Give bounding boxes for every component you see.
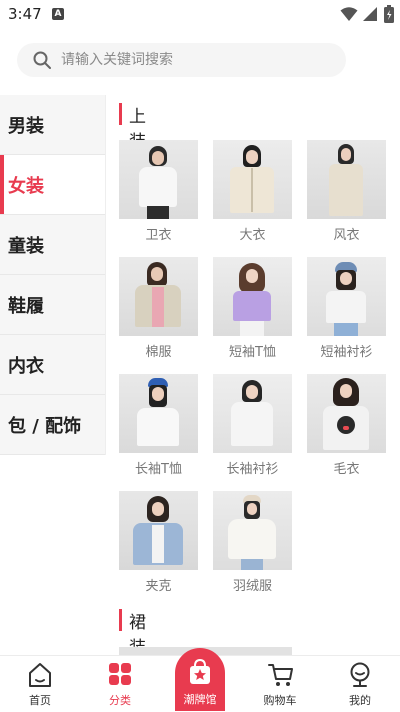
product-photo [119,491,198,570]
subcategory-tile[interactable]: 长袖T恤 [119,374,199,477]
subcategory-label: 长袖T恤 [135,462,182,477]
status-time: 3:47 [8,5,42,23]
nav-label: 首页 [29,694,51,707]
category-item-shoes[interactable]: 鞋履 [0,275,105,335]
subcategory-label: 夹克 [145,579,172,594]
subcategory-label: 羽绒服 [232,579,272,594]
battery-icon [384,5,394,23]
nav-item-home[interactable]: 首页 [0,656,80,712]
notification-badge: A [52,8,64,20]
product-photo [119,257,198,336]
subcategory-tile[interactable]: 短袖T恤 [213,257,293,360]
category-item-womenswear[interactable]: 女装 [0,155,105,215]
cart-icon [268,664,293,686]
product-photo [307,257,386,336]
nav-label: 我的 [349,694,371,707]
nav-item-cart[interactable]: 购物车 [240,656,320,712]
subcategory-label: 卫衣 [145,228,172,243]
subcategory-tile[interactable]: 大衣 [213,140,293,243]
product-photo [213,374,292,453]
subcategory-label: 短袖衬衫 [320,345,373,360]
subcategory-label: 毛衣 [333,462,360,477]
search-icon [33,51,51,69]
section-title-bar [119,103,122,125]
nav-item-profile[interactable]: 我的 [320,656,400,712]
nav-label: 分类 [109,694,131,707]
status-bar: 3:47 A [0,0,400,28]
subcategory-panel: 上装 卫衣 大衣 风衣 [105,95,400,655]
category-label: 童装 [8,236,44,257]
search-bar[interactable] [17,43,346,77]
category-label: 鞋履 [8,296,44,317]
user-icon [350,662,370,687]
category-label: 女装 [8,176,44,197]
subcategory-tile[interactable]: 短袖衬衫 [307,257,387,360]
subcategory-tile[interactable]: 卫衣 [119,140,199,243]
subcategory-tile[interactable]: 夹克 [119,491,199,594]
category-item-underwear[interactable]: 内衣 [0,335,105,395]
product-photo [213,491,292,570]
nav-label: 购物车 [263,694,297,707]
product-photo [307,374,386,453]
nav-item-category[interactable]: 分类 [80,656,160,712]
nav-label: 潮牌馆 [183,693,217,706]
subcategory-label: 短袖T恤 [229,345,276,360]
category-label: 男装 [8,116,44,137]
wifi-icon [340,7,358,21]
signal-icon [363,7,377,21]
nav-item-brand-hall[interactable]: 潮牌馆 [175,648,225,711]
category-item-kidswear[interactable]: 童装 [0,215,105,275]
category-label: 包 / 配饰 [8,416,82,437]
subcategory-label: 长袖衬衫 [226,462,279,477]
product-photo [213,257,292,336]
subcategory-tile[interactable]: 风衣 [307,140,387,243]
search-input[interactable] [61,43,331,77]
subcategory-tile[interactable]: 长袖衬衫 [213,374,293,477]
subcategory-label: 风衣 [333,228,360,243]
product-photo [213,140,292,219]
shopping-bag-star-icon [190,658,210,684]
category-label: 内衣 [8,356,44,377]
subcategory-tile[interactable]: 羽绒服 [213,491,293,594]
category-icon [109,663,131,685]
section-title-bar [119,609,122,631]
product-photo [119,374,198,453]
product-photo [307,140,386,219]
subcategory-tile[interactable]: 棉服 [119,257,199,360]
product-photo [119,140,198,219]
subcategory-tile[interactable]: 毛衣 [307,374,387,477]
category-item-menswear[interactable]: 男装 [0,95,105,155]
category-item-bags-accessories[interactable]: 包 / 配饰 [0,395,105,455]
category-sidebar: 男装 女装 童装 鞋履 内衣 包 / 配饰 [0,95,105,455]
subcategory-label: 棉服 [145,345,172,360]
subcategory-label: 大衣 [239,228,266,243]
home-icon [29,663,51,687]
